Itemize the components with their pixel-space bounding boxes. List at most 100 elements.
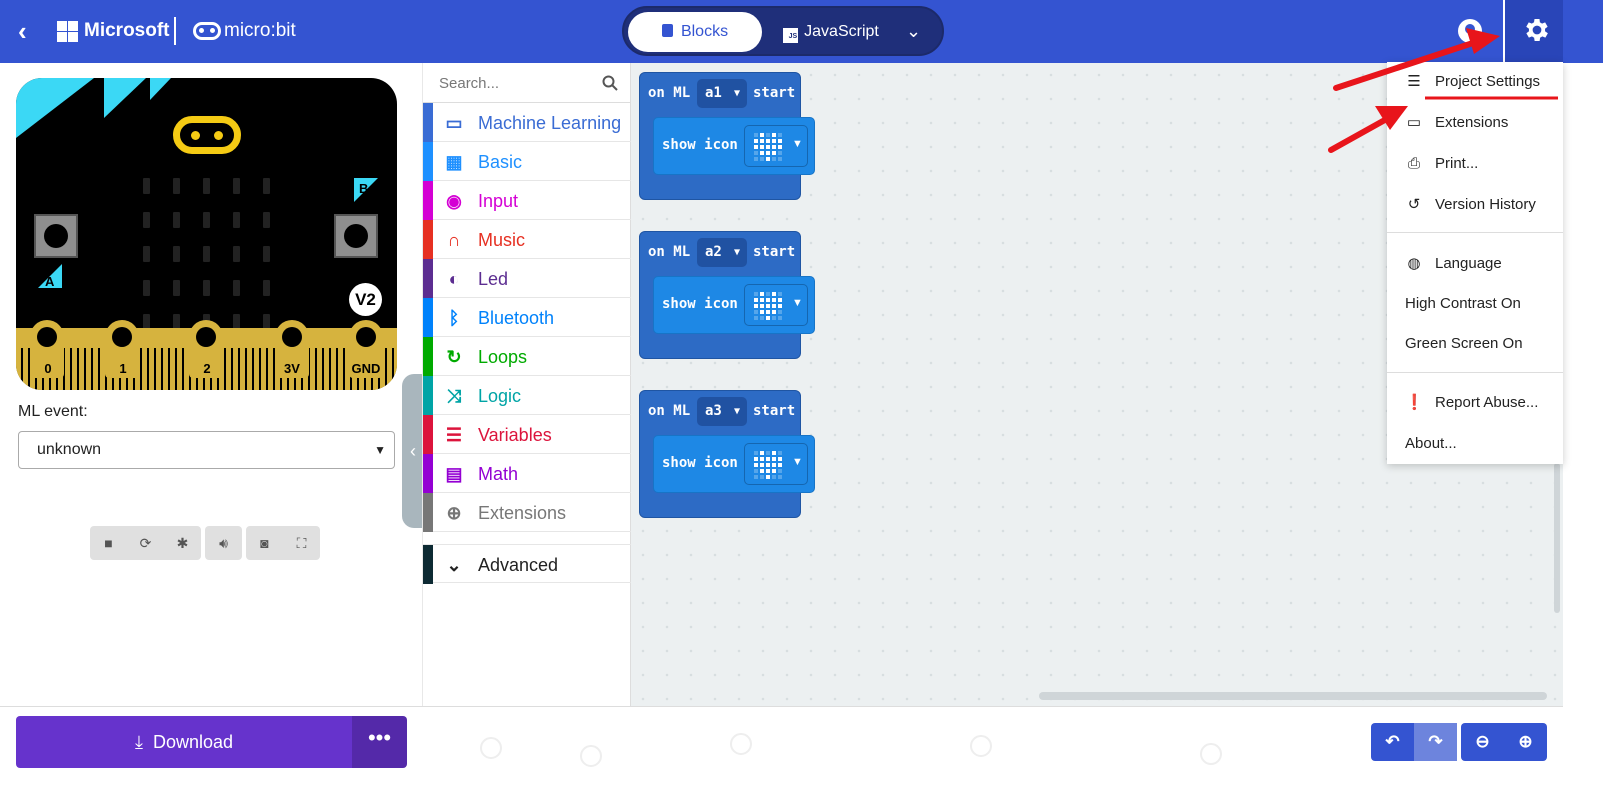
on-ml-event-block[interactable]: on ML a2 ▼ start show icon ▼ [639,231,815,359]
search-input[interactable]: Search... [439,75,499,92]
restart-icon[interactable]: ⟳ [127,526,164,560]
tab-javascript[interactable]: JS JavaScript [764,12,898,52]
heart-icon [753,291,783,321]
toolbox-category-math[interactable]: ▤ Math [423,454,631,493]
menu-item-language[interactable]: ◍ Language [1387,244,1563,284]
ml-class-dropdown[interactable]: a2 ▼ [697,238,747,267]
toolbox-category-bluetooth[interactable]: ᛒ Bluetooth [423,298,631,337]
settings-menu: ☰ Project Settings ▭ Extensions ⎙ Print... ↺ Ve… [1387,62,1563,464]
button-b[interactable] [334,214,378,258]
list-icon: ☰ [445,425,463,445]
menu-item-project-settings[interactable]: ☰ Project Settings [1387,62,1563,102]
undo-icon[interactable]: ↶ [1371,723,1414,761]
menu-item-version-history[interactable]: ↺ Version History [1387,185,1563,225]
block-event-label: on ML [648,85,691,101]
sound-icon[interactable]: 🔊︎ [205,526,242,560]
ml-class-dropdown[interactable]: a1 ▼ [697,79,747,108]
on-ml-event-block[interactable]: on ML a3 ▼ start show icon ▼ [639,390,815,518]
category-color-bar [423,337,433,376]
chevron-down-icon[interactable]: ⌄ [906,21,926,41]
icon-picker[interactable]: ▼ [744,284,808,326]
vertical-scrollbar[interactable] [1554,463,1560,613]
menu-item-label: Print... [1435,155,1479,172]
menu-item-label: Language [1435,255,1502,272]
toolbox-search[interactable]: Search... [423,63,631,103]
toolbox-category-input[interactable]: ◉ Input [423,181,631,220]
icon-picker[interactable]: ▼ [744,443,808,485]
caret-down-icon: ▼ [792,456,803,468]
show-icon-block[interactable]: show icon ▼ [653,276,815,334]
category-label: Led [478,269,509,289]
undo-redo-group: ↶ ↷ [1371,723,1457,761]
app-header: ‹ Microsoft micro:bit Blocks JS JavaScrip… [0,0,1603,63]
on-ml-event-block[interactable]: on ML a1 ▼ start show icon ▼ [639,72,815,200]
zoom-in-icon[interactable]: ⊕ [1504,723,1547,761]
pin-label: 3V [284,361,300,376]
screenshot-icon[interactable]: ◙ [246,526,283,560]
board-corner-decoration [16,78,171,138]
stop-icon[interactable]: ■ [90,526,127,560]
ml-event-select[interactable]: unknown ▼ [18,431,395,469]
heart-icon [753,450,783,480]
tab-blocks[interactable]: Blocks [628,12,762,52]
block-start-label: start [753,244,796,260]
toolbox-category-led[interactable]: ◐ Led [423,259,631,298]
menu-item-extensions[interactable]: ▭ Extensions [1387,103,1563,143]
bluetooth-icon: ᛒ [448,308,460,328]
category-label: Loops [478,347,528,367]
menu-item-report-abuse[interactable]: ❗ Report Abuse... [1387,383,1563,423]
category-label: Basic [478,152,523,172]
menu-item-about[interactable]: About... [1387,424,1563,464]
heart-icon [753,132,783,162]
caret-down-icon: ▼ [733,88,740,99]
user-icon[interactable] [1458,19,1482,43]
microsoft-logo-icon [57,21,78,42]
redo-icon[interactable]: ↷ [1414,723,1457,761]
icon-picker[interactable]: ▼ [744,125,808,167]
zoom-out-icon[interactable]: ⊖ [1461,723,1504,761]
show-icon-block[interactable]: show icon ▼ [653,435,815,493]
shuffle-icon: ⤨ [446,386,462,406]
toolbox-category-machine-learning[interactable]: ▭ Machine Learning [423,103,631,142]
pin-label: GND [351,361,381,376]
settings-button[interactable] [1503,0,1563,63]
gear-icon [1526,19,1548,41]
category-label: Bluetooth [478,308,555,328]
toolbox-category-basic[interactable]: ▦ Basic [423,142,631,181]
menu-item-high-contrast-on[interactable]: High Contrast On [1387,284,1563,324]
fullscreen-icon[interactable]: ⛶ [283,526,320,560]
horizontal-scrollbar[interactable] [1039,692,1547,700]
microbit-board: A B V2 0 1 2 3V GND [16,78,397,390]
decorative-circle [480,737,502,759]
toolbox-category-variables[interactable]: ☰ Variables [423,415,631,454]
toolbox-category-loops[interactable]: ↻ Loops [423,337,631,376]
microsoft-brand: Microsoft [84,20,170,41]
download-more-button[interactable]: ••• [352,716,407,768]
category-label: Variables [478,425,552,445]
download-label: Download [152,732,234,752]
menu-item-print[interactable]: ⎙ Print... [1387,144,1563,184]
collapse-simulator-handle[interactable]: ‹ [402,374,424,528]
toolbox-category-advanced[interactable]: ⌄ Advanced [423,544,631,584]
toolbox-category-logic[interactable]: ⤨ Logic [423,376,631,415]
toolbox-category-music[interactable]: ∩ Music [423,220,631,259]
download-button[interactable]: ⤓ Download [16,716,352,768]
version-badge: V2 [349,283,382,316]
show-icon-block[interactable]: show icon ▼ [653,117,815,175]
editor-toggle: Blocks JS JavaScript ⌄ [622,6,944,56]
button-a[interactable] [34,214,78,258]
microbit-brand[interactable]: micro:bit [224,20,296,42]
toolbox-category-extensions[interactable]: ⊕ Extensions [423,493,631,532]
caret-down-icon: ▼ [733,406,740,417]
simulator-panel: A B V2 0 1 2 3V GND ML event: unknown ▼ … [0,63,424,706]
menu-item-green-screen-on[interactable]: Green Screen On [1387,324,1563,364]
block-start-label: start [753,403,796,419]
puzzle-icon [661,24,673,37]
menu-separator [1387,372,1563,373]
category-color-bar [423,454,433,493]
debug-icon[interactable]: ✱ [164,526,201,560]
toolbox: Search... ▭ Machine Learning ▦ Basic ◉ Input ∩… [422,63,631,706]
back-arrow-icon[interactable]: ‹ [18,18,42,46]
ml-class-dropdown[interactable]: a3 ▼ [697,397,747,426]
microbit-logo-touch[interactable] [173,116,241,154]
